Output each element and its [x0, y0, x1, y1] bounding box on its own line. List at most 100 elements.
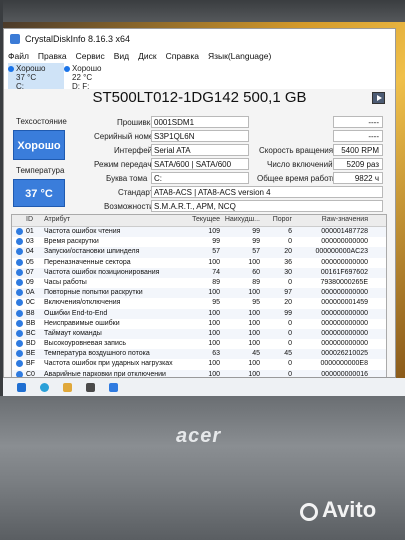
power-hours-label: Общее время работы — [257, 174, 338, 183]
smart-attributes-table[interactable]: ID Атрибут Текущее Наихудш... Порог Raw-… — [11, 214, 387, 378]
health-status-button[interactable]: Хорошо — [13, 130, 65, 160]
attr-worst: 100 — [248, 360, 260, 368]
edge-icon[interactable] — [40, 382, 49, 392]
attr-worst: 45 — [252, 350, 260, 358]
attr-id: 01 — [26, 228, 34, 235]
status-cell — [12, 258, 26, 268]
attr-raw: 000000000000 — [321, 289, 368, 297]
attr-worst: 100 — [248, 340, 260, 348]
attr-worst: 100 — [248, 370, 260, 378]
table-row[interactable]: 09 Часы работы 89 89 0 79380000265E — [12, 278, 386, 288]
attr-threshold: 0 — [288, 278, 292, 286]
attr-raw: 000000000000 — [321, 340, 368, 348]
drive-status: Хорошо — [72, 64, 102, 73]
status-cell — [12, 298, 26, 308]
attr-worst: 100 — [248, 309, 260, 317]
table-row[interactable]: B8 Ошибки End-to-End 100 100 99 000000000000 — [12, 308, 386, 319]
app-icon — [10, 34, 20, 44]
col-worst[interactable]: Наихудш... — [220, 215, 260, 226]
col-current[interactable]: Текущее — [182, 215, 220, 226]
features-label: Возможности — [104, 202, 154, 211]
menu-help[interactable]: Справка — [166, 49, 199, 63]
crystaldiskinfo-taskbar-icon[interactable] — [109, 382, 118, 392]
attr-raw: 000000000016 — [321, 370, 368, 378]
col-raw[interactable]: Raw-значения — [292, 215, 368, 226]
table-row[interactable]: 0C Включения/отключения 95 95 20 000000001459 — [12, 298, 386, 308]
firmware-label: Прошивка — [117, 118, 155, 127]
col-attribute[interactable]: Атрибут — [44, 215, 182, 226]
table-row[interactable]: BE Температура воздушного потока 63 45 45 000… — [12, 349, 386, 360]
attr-id: C0 — [26, 370, 35, 378]
attr-current: 57 — [212, 248, 220, 256]
attr-name: Неисправимые ошибки — [44, 319, 120, 327]
drive-temp: 37 °C — [16, 73, 37, 82]
attr-worst: 99 — [252, 238, 260, 246]
store-icon[interactable] — [86, 382, 95, 392]
temperature-label: Температура — [16, 166, 65, 175]
crystaldiskinfo-window: CrystalDiskInfo 8.16.3 x64 Файл Правка С… — [3, 28, 396, 378]
table-row[interactable]: 05 Переназначенные сектора 100 100 36 0000000… — [12, 258, 386, 268]
explorer-icon[interactable] — [63, 382, 72, 392]
attr-threshold: 0 — [288, 329, 292, 337]
attr-id: 03 — [26, 238, 34, 246]
menu-disk[interactable]: Диск — [138, 49, 156, 63]
attr-raw: 000000000000 — [321, 329, 368, 337]
attr-threshold: 0 — [288, 340, 292, 348]
table-row[interactable]: C0 Аварийные парковки при отключении 100 10… — [12, 369, 386, 378]
attr-threshold: 45 — [284, 350, 292, 358]
table-row[interactable]: 04 Запуски/остановки шпинделя 57 57 20 000000… — [12, 247, 386, 258]
col-threshold[interactable]: Порог — [260, 215, 292, 226]
attr-name: Ошибки End-to-End — [44, 309, 108, 317]
attr-current: 100 — [208, 329, 220, 337]
health-label: Техсостояние — [16, 117, 67, 126]
attr-worst: 100 — [248, 319, 260, 327]
attr-threshold: 20 — [284, 248, 292, 256]
transfer-mode-label: Режим передачи — [94, 160, 156, 169]
firmware-value: 0001SDM1 — [151, 116, 249, 128]
attr-threshold: 0 — [288, 319, 292, 327]
attr-id: 0C — [26, 299, 35, 307]
info-blank-2: ---- — [333, 130, 383, 142]
attr-threshold: 6 — [288, 228, 292, 235]
col-id[interactable]: ID — [26, 215, 44, 226]
menu-view[interactable]: Вид — [114, 49, 129, 63]
start-icon[interactable] — [17, 382, 26, 392]
attr-name: Переназначенные сектора — [44, 258, 131, 266]
menu-language[interactable]: Язык(Language) — [208, 49, 271, 63]
attr-threshold: 0 — [288, 360, 292, 368]
attr-name: Высокоуровневая запись — [44, 340, 127, 348]
menu-service[interactable]: Сервис — [76, 49, 105, 63]
menu-edit[interactable]: Правка — [38, 49, 67, 63]
attr-current: 100 — [208, 370, 220, 378]
status-cell — [12, 268, 26, 278]
status-ball-icon — [16, 360, 23, 368]
laptop-brand-logo: acer — [176, 425, 222, 447]
taskbar — [3, 378, 405, 396]
table-row[interactable]: 03 Время раскрутки 99 99 0 000000000000 — [12, 237, 386, 247]
attr-current: 100 — [208, 258, 220, 266]
table-row[interactable]: BF Частота ошибок при ударных нагрузках 10… — [12, 359, 386, 369]
power-count-label: Число включений — [267, 160, 333, 169]
next-disk-icon[interactable] — [372, 92, 385, 104]
table-row[interactable]: BB Неисправимые ошибки 100 100 0 000000000000 — [12, 319, 386, 329]
attr-name: Часы работы — [44, 278, 87, 286]
status-cell — [12, 319, 26, 329]
menu-file[interactable]: Файл — [8, 49, 29, 63]
attr-name: Частота ошибок позиционирования — [44, 268, 160, 276]
table-row[interactable]: BD Высокоуровневая запись 100 100 0 000000000… — [12, 339, 386, 349]
attr-id: 05 — [26, 258, 34, 266]
status-ball-icon — [16, 329, 23, 337]
table-row[interactable]: 0A Повторные попытки раскрутки 100 100 97 000… — [12, 288, 386, 299]
table-row[interactable]: 07 Частота ошибок позиционирования 74 60 30 0… — [12, 267, 386, 278]
status-ball-icon — [16, 228, 23, 235]
attr-threshold: 0 — [288, 238, 292, 246]
attr-name: Запуски/остановки шпинделя — [44, 248, 140, 256]
attr-current: 100 — [208, 319, 220, 327]
standard-label: Стандарт — [118, 188, 154, 197]
attr-raw: 00161F697602 — [320, 268, 368, 276]
attr-name: Повторные попытки раскрутки — [44, 289, 143, 297]
table-row[interactable]: 01 Частота ошибок чтения 109 99 6 00000148772… — [12, 227, 386, 238]
drive-tab-c[interactable]: Хорошо 37 °C C: — [8, 63, 64, 91]
table-row[interactable]: BC Таймаут команды 100 100 0 000000000000 — [12, 328, 386, 340]
drive-tab-d[interactable]: Хорошо 22 °C D: F: — [64, 63, 120, 91]
